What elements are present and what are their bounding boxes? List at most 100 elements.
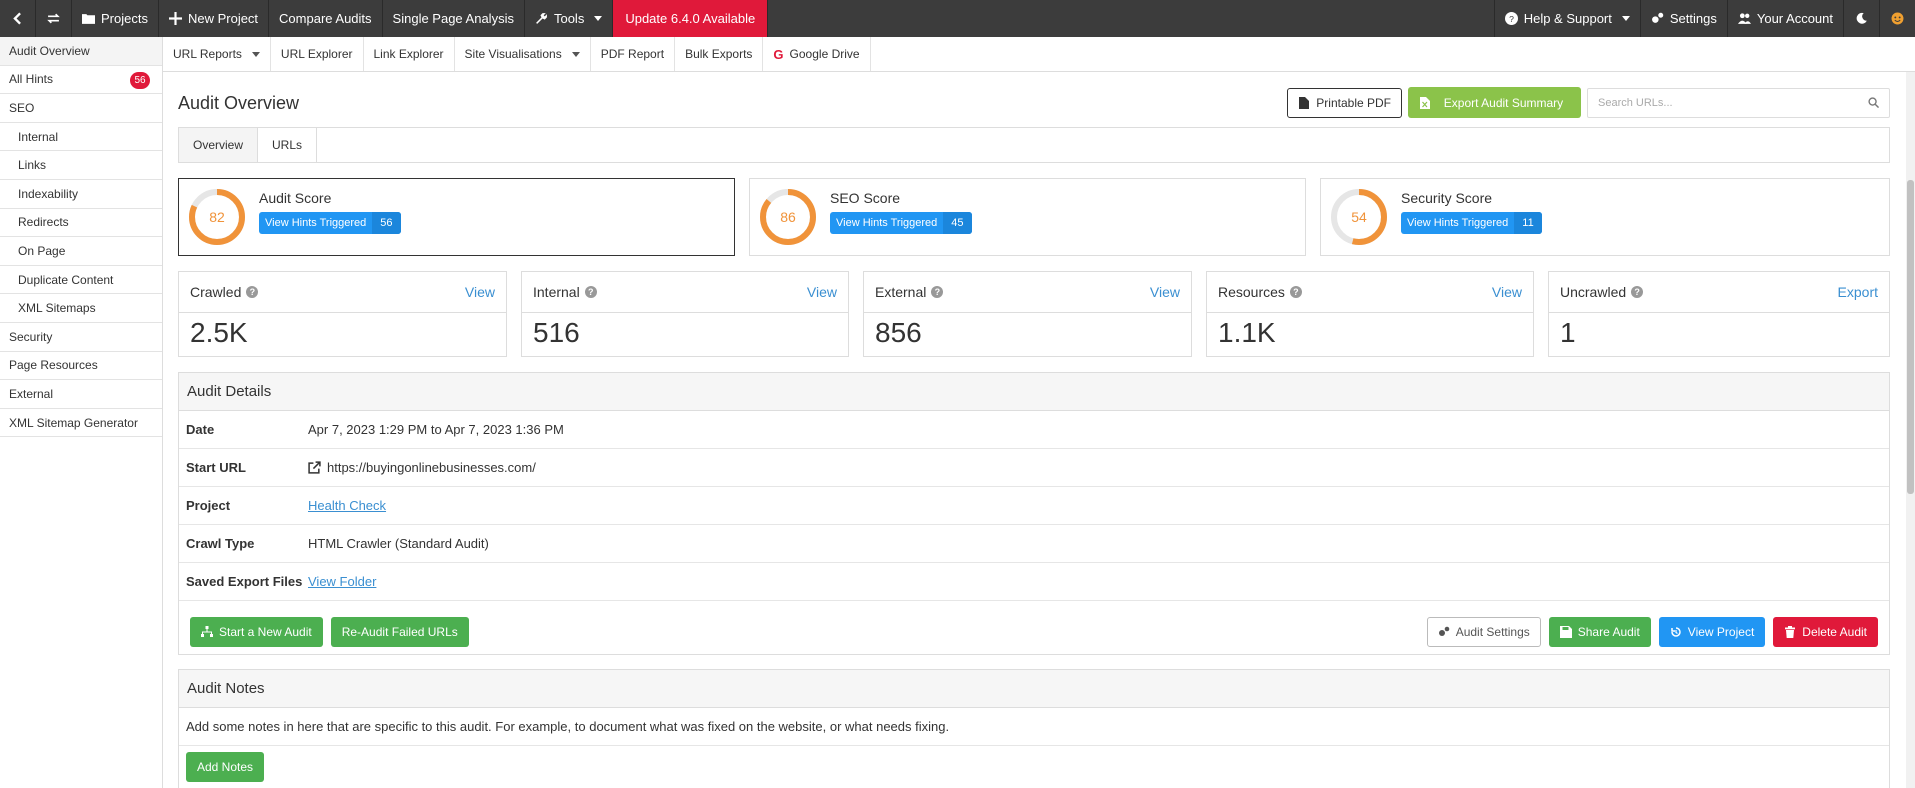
sitemap-icon [201,626,213,637]
stat-header: Crawled? View [179,272,506,313]
site-visualisations-menu[interactable]: Site Visualisations [455,37,591,71]
stat-view-link[interactable]: View [465,284,495,300]
question-icon[interactable]: ? [584,286,597,298]
reaudit-failed-button[interactable]: Re-Audit Failed URLs [330,617,469,647]
view-hints-button[interactable]: View Hints Triggered 56 [259,212,401,234]
question-circle-icon: ? [1504,12,1518,25]
sidebar-item-label: Duplicate Content [18,272,114,287]
view-folder-link[interactable]: View Folder [308,574,376,589]
sidebar-item-all-hints[interactable]: All Hints 56 [0,66,162,95]
tab-urls[interactable]: URLs [258,128,318,162]
update-button[interactable]: Update 6.4.0 Available [613,0,769,37]
sidebar-item-label: SEO [9,100,35,115]
sidebar-item-internal[interactable]: Internal [0,123,162,152]
sidebar-item-external[interactable]: External [0,380,162,409]
project-link[interactable]: Health Check [308,498,386,513]
sidebar-item-seo[interactable]: SEO [0,94,162,123]
gears-icon [1438,626,1450,636]
stat-view-link[interactable]: View [1150,284,1180,300]
crawl-type: HTML Crawler (Standard Audit) [308,536,489,551]
update-label: Update 6.4.0 Available [625,11,756,26]
feedback-button[interactable] [1879,0,1915,37]
tab-overview[interactable]: Overview [179,128,259,162]
add-notes-button[interactable]: Add Notes [186,752,265,782]
audit-settings-button[interactable]: Audit Settings [1426,617,1541,647]
question-icon[interactable]: ? [1631,286,1644,298]
view-hints-button[interactable]: View Hints Triggered 45 [830,212,972,234]
stat-card-crawled: Crawled? View 2.5K [178,271,507,357]
delete-audit-button[interactable]: Delete Audit [1773,617,1878,647]
stat-value: 856 [875,317,922,348]
file-icon [1299,96,1310,109]
stat-view-link[interactable]: View [1492,284,1522,300]
share-audit-button[interactable]: Share Audit [1548,617,1651,647]
security-score-card[interactable]: 54 Security Score View Hints Triggered 1… [1320,178,1890,256]
sidebar-item-label: Security [9,329,53,344]
new-project-button[interactable]: New Project [159,0,270,37]
pdf-report-link[interactable]: PDF Report [591,37,676,71]
sidebar-item-duplicate-content[interactable]: Duplicate Content [0,266,162,295]
detail-value: https://buyingonlinebusinesses.com/ [308,460,536,475]
seo-score-card[interactable]: 86 SEO Score View Hints Triggered 45 [749,178,1306,256]
score-title: Security Score [1401,190,1493,206]
view-hints-button[interactable]: View Hints Triggered 11 [1401,212,1542,234]
audit-score-card[interactable]: 82 Audit Score View Hints Triggered 56 [178,178,735,256]
start-new-audit-label: Start a New Audit [219,625,312,639]
detail-value: View Folder [308,574,376,589]
export-audit-summary-button[interactable]: Export Audit Summary [1408,87,1581,118]
sidebar-item-security[interactable]: Security [0,323,162,352]
vertical-scrollbar[interactable] [1906,72,1915,788]
view-project-button[interactable]: View Project [1658,617,1766,647]
sidebar-item-audit-overview[interactable]: Audit Overview [0,37,162,66]
url-reports-menu[interactable]: URL Reports [163,37,271,71]
sidebar-item-label: External [9,386,54,401]
url-explorer-link[interactable]: URL Explorer [271,37,364,71]
stat-value: 1 [1560,317,1576,348]
question-icon[interactable]: ? [1289,286,1302,298]
score-info: SEO Score View Hints Triggered 45 [830,190,972,234]
google-drive-link[interactable]: G Google Drive [763,37,871,71]
date-range: Apr 7, 2023 1:29 PM to Apr 7, 2023 1:36 … [308,422,564,437]
stat-title: Internal? [533,284,597,300]
scroll-thumb[interactable] [1907,180,1914,494]
single-page-analysis-button[interactable]: Single Page Analysis [383,0,525,37]
detail-row-project: Project Health Check [179,487,1889,525]
sidebar-item-xml-sitemap-generator[interactable]: XML Sitemap Generator [0,409,162,438]
search-input[interactable]: Search URLs... [1587,87,1890,118]
projects-button[interactable]: Projects [72,0,159,37]
add-notes-label: Add Notes [197,760,254,774]
back-button[interactable] [0,0,36,37]
stat-value: 2.5K [190,317,248,348]
compare-audits-button[interactable]: Compare Audits [269,0,383,37]
stat-header: External? View [864,272,1191,313]
sidebar-item-links[interactable]: Links [0,151,162,180]
start-new-audit-button[interactable]: Start a New Audit [190,617,323,647]
link-explorer-link[interactable]: Link Explorer [364,37,455,71]
switch-button[interactable] [36,0,72,37]
page-title: Audit Overview [178,93,300,113]
stat-view-link[interactable]: View [807,284,837,300]
compare-audits-label: Compare Audits [279,11,372,26]
tools-menu[interactable]: Tools [525,0,614,37]
question-icon[interactable]: ? [246,286,259,298]
stat-value: 516 [533,317,580,348]
settings-button[interactable]: Settings [1639,0,1727,37]
dark-mode-toggle[interactable] [1843,0,1879,37]
sidebar-item-on-page[interactable]: On Page [0,237,162,266]
sidebar-item-indexability[interactable]: Indexability [0,180,162,209]
bulk-exports-link[interactable]: Bulk Exports [675,37,764,71]
account-button[interactable]: Your Account [1726,0,1843,37]
sidebar-item-xml-sitemaps[interactable]: XML Sitemaps [0,294,162,323]
printable-pdf-button[interactable]: Printable PDF [1287,87,1402,118]
sidebar-item-redirects[interactable]: Redirects [0,209,162,238]
help-menu[interactable]: ? Help & Support [1493,0,1640,37]
question-icon[interactable]: ? [931,286,944,298]
sidebar-item-label: Links [18,158,47,173]
sidebar-item-page-resources[interactable]: Page Resources [0,352,162,381]
view-tabs: Overview URLs [178,127,1890,163]
printable-pdf-label: Printable PDF [1316,95,1391,110]
stat-export-link[interactable]: Export [1838,284,1878,300]
external-link-icon[interactable] [308,461,321,474]
panel-title: Audit Notes [179,670,1889,708]
wrench-icon [536,13,547,24]
